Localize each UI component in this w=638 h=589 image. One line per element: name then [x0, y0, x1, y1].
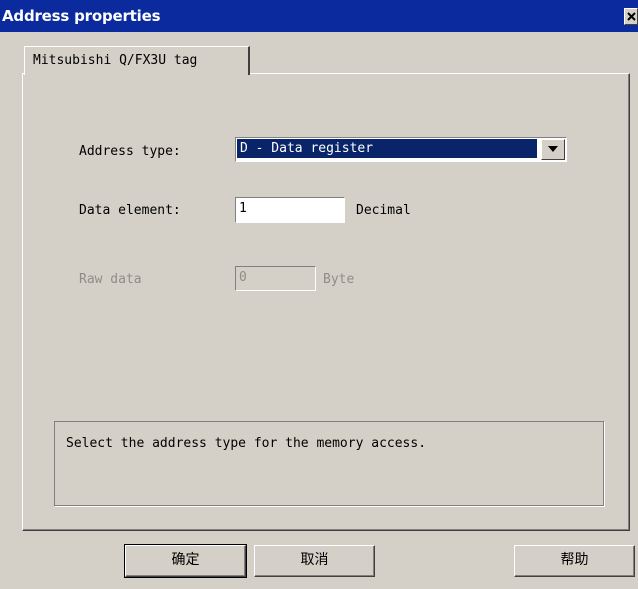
description-box: Select the address type for the memory a… [54, 421, 604, 506]
address-properties-dialog: Address properties Mitsubishi Q/FX3U tag… [0, 0, 638, 589]
address-type-label: Address type: [79, 144, 181, 159]
address-type-select[interactable]: D - Data register [235, 137, 567, 162]
ok-button[interactable]: 确定 [124, 544, 247, 578]
address-type-value: D - Data register [237, 139, 537, 158]
description-text: Select the address type for the memory a… [66, 436, 427, 451]
data-element-label: Data element: [79, 203, 181, 218]
raw-data-input[interactable]: 0 [235, 266, 316, 291]
close-button[interactable] [624, 8, 638, 25]
tab-mitsubishi[interactable]: Mitsubishi Q/FX3U tag [24, 46, 250, 75]
close-icon [627, 12, 636, 21]
title-bar[interactable]: Address properties [0, 0, 638, 32]
tab-label: Mitsubishi Q/FX3U tag [33, 53, 198, 68]
raw-data-unit: Byte [323, 272, 355, 287]
data-element-input[interactable]: 1 [235, 197, 345, 223]
help-button[interactable]: 帮助 [514, 545, 635, 577]
raw-data-label: Raw data [79, 272, 142, 287]
window-title: Address properties [2, 7, 161, 25]
cancel-button[interactable]: 取消 [254, 545, 375, 577]
chevron-down-icon [548, 146, 558, 152]
data-element-unit: Decimal [356, 203, 411, 218]
address-type-dropdown-button[interactable] [541, 139, 565, 160]
